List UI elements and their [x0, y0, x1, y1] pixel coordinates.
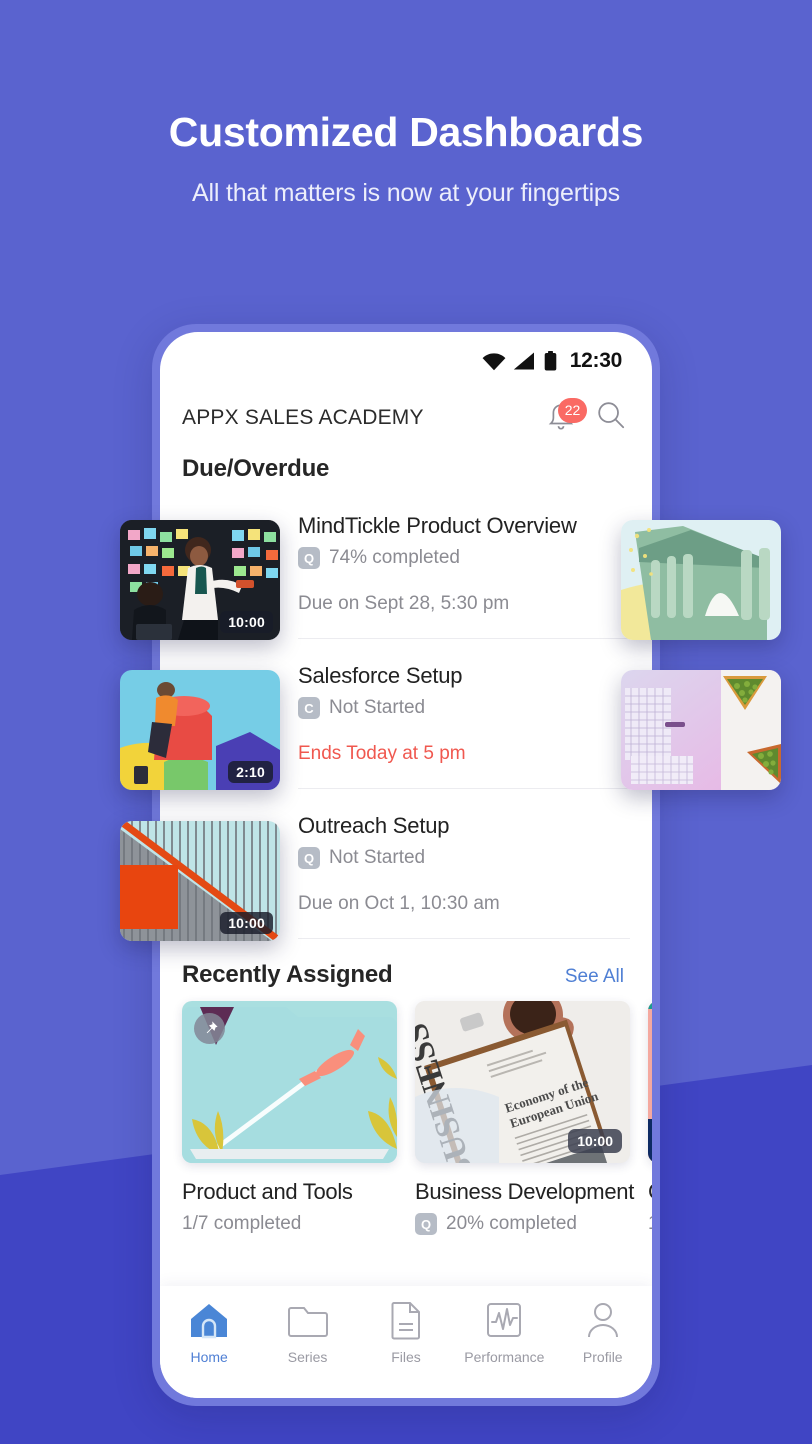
nav-item-profile[interactable]: Profile — [557, 1300, 649, 1365]
content-type-chip: Q — [298, 547, 320, 569]
table-row[interactable]: MindTickle Product Overview Q 74% comple… — [298, 489, 630, 639]
status-bar: 12:30 — [160, 332, 652, 386]
content-type-chip: Q — [298, 847, 320, 869]
course-title: Business Development — [415, 1179, 635, 1204]
cellular-signal-icon — [513, 352, 535, 370]
due-item-thumbnail[interactable]: 2:10 — [120, 670, 280, 790]
notification-count-badge: 22 — [558, 397, 587, 423]
course-progress-text: 1/7 completed — [182, 1213, 302, 1234]
course-title: C — [648, 1179, 652, 1205]
due-item-status: C Not Started — [298, 697, 425, 719]
nav-label-performance: Performance — [464, 1349, 545, 1365]
wifi-icon — [482, 352, 506, 370]
duration-label: 10:00 — [220, 912, 273, 934]
nav-item-home[interactable]: Home — [163, 1300, 255, 1365]
due-section-header: Due/Overdue — [160, 441, 652, 489]
due-item-deadline: Ends Today at 5 pm — [298, 743, 466, 764]
hero-block: Customized Dashboards All that matters i… — [0, 108, 812, 208]
due-item-status: Q Not Started — [298, 847, 425, 869]
table-row[interactable]: Salesforce Setup C Not Started Ends Toda… — [298, 639, 630, 789]
duration-label: 10:00 — [220, 611, 273, 633]
due-item-thumbnail[interactable]: 10:00 — [120, 821, 280, 941]
nav-label-home: Home — [190, 1349, 228, 1365]
folder-icon — [287, 1307, 328, 1337]
list-item[interactable]: C 1 — [648, 1001, 652, 1235]
status-bar-clock: 12:30 — [569, 349, 623, 372]
pin-icon — [194, 1013, 225, 1044]
row-divider — [298, 938, 630, 939]
app-header: APPX SALES ACADEMY 22 — [160, 386, 652, 441]
nav-item-series[interactable]: Series — [262, 1300, 354, 1365]
nav-label-profile: Profile — [582, 1349, 623, 1365]
course-thumbnail[interactable] — [648, 1001, 652, 1163]
due-item-name: Salesforce Setup — [298, 663, 463, 688]
due-item-status: Q 74% completed — [298, 547, 460, 569]
nav-item-files[interactable]: Files — [360, 1300, 452, 1365]
header-actions: 22 — [546, 397, 626, 435]
chart-pulse-icon — [487, 1303, 522, 1337]
due-item-status-text: Not Started — [329, 847, 426, 868]
decorative-thumbnail-banknote — [621, 520, 781, 640]
due-item-thumbnail[interactable]: 10:00 — [120, 520, 280, 640]
due-item-name: MindTickle Product Overview — [298, 513, 577, 538]
due-item-status-text: 74% completed — [329, 547, 460, 568]
app-title: APPX SALES ACADEMY — [182, 405, 424, 429]
document-icon — [391, 1302, 420, 1340]
duration-label: 2:10 — [228, 761, 273, 783]
due-item-deadline: Due on Oct 1, 10:30 am — [298, 893, 500, 914]
home-icon — [191, 1304, 228, 1339]
course-progress-text: 20% completed — [446, 1213, 577, 1234]
course-progress: Q 20% completed — [415, 1213, 630, 1235]
list-item[interactable]: Economy of the European Union BUSINESS — [415, 1001, 635, 1235]
search-icon — [598, 402, 625, 429]
nav-label-series: Series — [287, 1349, 328, 1365]
course-progress: 1 — [648, 1213, 652, 1235]
content-type-chip: C — [298, 697, 320, 719]
page-subtitle: All that matters is now at your fingerti… — [192, 179, 620, 208]
nav-item-performance[interactable]: Performance — [458, 1300, 550, 1365]
person-icon — [587, 1303, 618, 1338]
battery-icon — [544, 351, 557, 371]
recently-assigned-header: Recently Assigned See All — [160, 939, 652, 995]
due-item-name: Outreach Setup — [298, 813, 450, 838]
notifications-button[interactable]: 22 — [546, 397, 587, 434]
decorative-thumbnail-desk — [621, 670, 781, 790]
course-progress-text: 1 — [648, 1213, 652, 1235]
recently-assigned-carousel[interactable]: Product and Tools 1/7 completed Economy … — [160, 995, 652, 1235]
duration-label: 10:00 — [568, 1129, 622, 1153]
due-item-deadline: Due on Sept 28, 5:30 pm — [298, 593, 510, 614]
course-thumbnail[interactable] — [182, 1001, 397, 1163]
see-all-link[interactable]: See All — [565, 966, 624, 988]
table-row[interactable]: Outreach Setup Q Not Started Due on Oct … — [298, 789, 630, 939]
course-title: Product and Tools — [182, 1179, 353, 1204]
due-section-title: Due/Overdue — [182, 455, 330, 482]
course-progress: 1/7 completed — [182, 1213, 397, 1235]
bottom-navigation: Home Series Files Performance Profile — [160, 1286, 652, 1398]
due-item-status-text: Not Started — [329, 697, 426, 718]
search-button[interactable] — [596, 400, 626, 435]
recently-assigned-title: Recently Assigned — [182, 961, 393, 988]
course-thumbnail[interactable]: Economy of the European Union BUSINESS — [415, 1001, 630, 1163]
page-title: Customized Dashboards — [168, 109, 644, 155]
nav-label-files: Files — [391, 1349, 421, 1365]
content-type-chip: Q — [415, 1213, 437, 1235]
list-item[interactable]: Product and Tools 1/7 completed — [182, 1001, 397, 1235]
